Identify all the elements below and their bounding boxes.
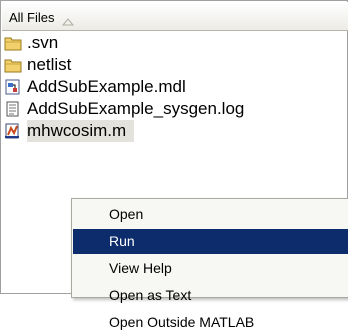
- matlab-script-icon: [4, 123, 22, 139]
- file-name: AddSubExample.mdl: [27, 77, 186, 96]
- folder-icon: [4, 35, 22, 51]
- menu-item-view-help[interactable]: View Help: [73, 256, 348, 281]
- simulink-model-icon: [4, 79, 22, 95]
- text-file-icon: [4, 101, 22, 117]
- context-menu: Open Run View Help Open as Text Open Out…: [71, 198, 348, 330]
- file-name: mhwcosim.m: [27, 120, 135, 142]
- menu-item-open-as-text[interactable]: Open as Text: [73, 283, 348, 308]
- sort-ascending-icon: [61, 13, 75, 26]
- folder-icon: [4, 57, 22, 73]
- menu-item-open-outside-matlab[interactable]: Open Outside MATLAB: [73, 310, 348, 335]
- column-header-label: All Files: [9, 10, 55, 25]
- current-folder-panel: All Files .svn netlist AddSubExample.mdl…: [0, 0, 348, 330]
- menu-item-run[interactable]: Run: [73, 229, 348, 254]
- menu-item-open[interactable]: Open: [73, 202, 348, 227]
- column-header-all-files[interactable]: All Files: [2, 2, 348, 31]
- file-name: .svn: [27, 33, 59, 52]
- file-name: AddSubExample_sysgen.log: [27, 99, 245, 118]
- file-name: netlist: [27, 55, 72, 74]
